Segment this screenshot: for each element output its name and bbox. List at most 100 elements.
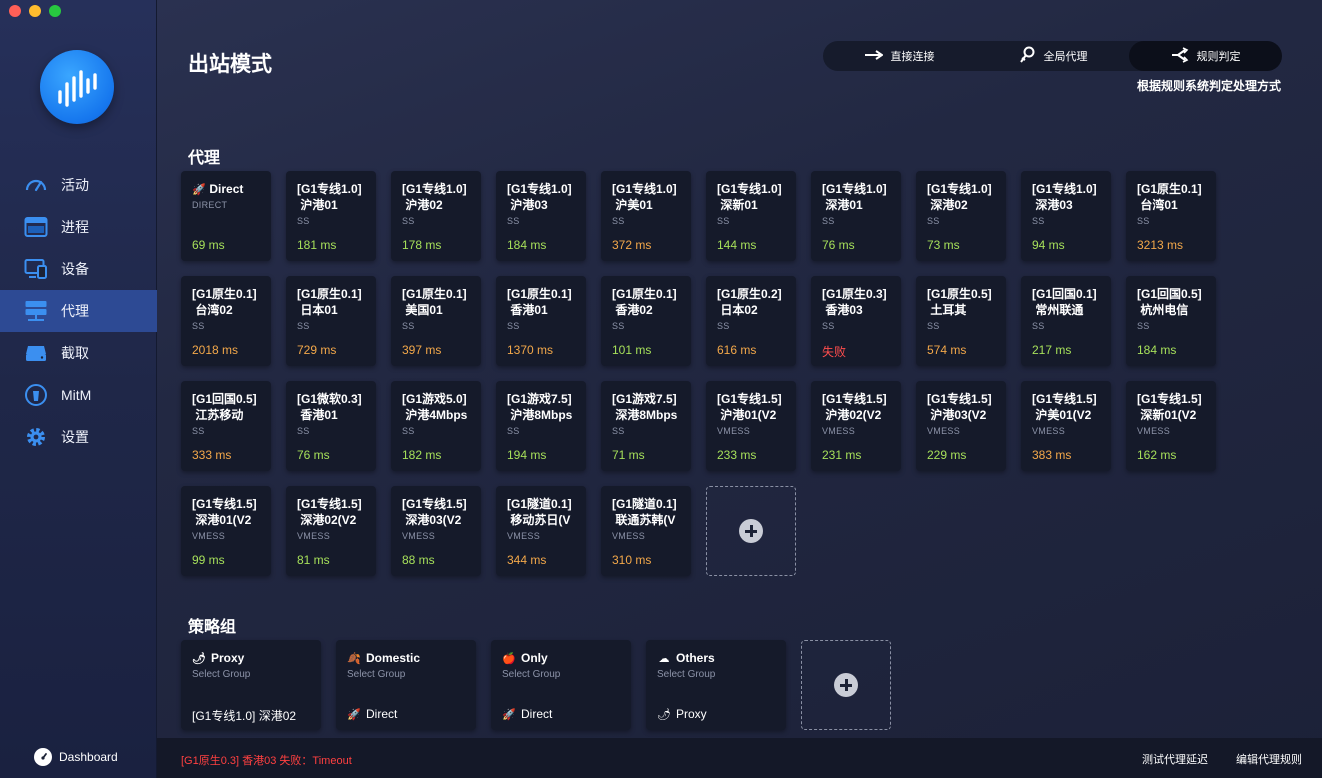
policy-group-card[interactable]: 🌶 Proxy Select Group [G1专线1.0] 深港02 xyxy=(181,640,321,730)
proxy-card[interactable]: [G1游戏7.5] 深港8Mbps SS 71 ms xyxy=(601,381,691,471)
proxy-card[interactable]: 🚀 Direct DIRECT 69 ms xyxy=(181,171,271,261)
proxy-card[interactable]: [G1回国0.5] 杭州电信 SS 184 ms xyxy=(1126,276,1216,366)
proxy-card[interactable]: [G1原生0.5] 土耳其 SS 574 ms xyxy=(916,276,1006,366)
proxy-card[interactable]: [G1原生0.2] 日本02 SS 616 ms xyxy=(706,276,796,366)
proxy-type: SS xyxy=(402,426,415,436)
minimize-window-button[interactable] xyxy=(29,5,41,17)
proxy-latency: 99 ms xyxy=(192,553,225,567)
proxy-card[interactable]: [G1专线1.5] 沪美01(V2 VMESS 383 ms xyxy=(1021,381,1111,471)
proxy-card[interactable]: [G1游戏5.0] 沪港4Mbps SS 182 ms xyxy=(391,381,481,471)
proxy-card[interactable]: [G1隧道0.1] 联通苏韩(V VMESS 310 ms xyxy=(601,486,691,576)
sidebar-item-process[interactable]: 进程 xyxy=(0,206,157,248)
proxy-type: VMESS xyxy=(822,426,856,436)
proxy-card[interactable]: [G1原生0.3] 香港03 SS 失败 xyxy=(811,276,901,366)
proxy-name-line2: 江苏移动 xyxy=(192,408,244,422)
proxy-card[interactable]: [G1专线1.0] 深新01 SS 144 ms xyxy=(706,171,796,261)
proxy-type: SS xyxy=(192,426,205,436)
proxy-card[interactable]: [G1原生0.1] 香港02 SS 101 ms xyxy=(601,276,691,366)
group-emoji-icon: 🍎 xyxy=(502,652,516,665)
dashboard-button[interactable]: Dashboard xyxy=(34,748,118,766)
proxy-card[interactable]: [G1专线1.0] 深港03 SS 94 ms xyxy=(1021,171,1111,261)
add-policy-group-button[interactable] xyxy=(801,640,891,730)
proxy-card[interactable]: [G1专线1.5] 沪港02(V2 VMESS 231 ms xyxy=(811,381,901,471)
proxy-name-line2: 移动苏日(V xyxy=(507,513,571,527)
proxy-name-line1: [G1游戏7.5] xyxy=(507,392,572,406)
proxy-name: [G1原生0.1] 日本01 xyxy=(297,286,372,318)
proxy-card[interactable]: [G1专线1.0] 沪港02 SS 178 ms xyxy=(391,171,481,261)
proxy-latency: 88 ms xyxy=(402,553,435,567)
proxy-card[interactable]: [G1专线1.0] 沪港03 SS 184 ms xyxy=(496,171,586,261)
sidebar-item-label: 代理 xyxy=(61,303,89,319)
group-type: Select Group xyxy=(502,669,561,680)
zoom-window-button[interactable] xyxy=(49,5,61,17)
proxy-card[interactable]: [G1回国0.1] 常州联通 SS 217 ms xyxy=(1021,276,1111,366)
proxy-latency: 失败 xyxy=(822,345,847,359)
proxy-card[interactable]: [G1游戏7.5] 沪港8Mbps SS 194 ms xyxy=(496,381,586,471)
proxy-latency: 397 ms xyxy=(402,343,442,357)
mode-rule[interactable]: 规则判定 xyxy=(1129,41,1282,71)
proxy-card[interactable]: [G1专线1.5] 深港03(V2 VMESS 88 ms xyxy=(391,486,481,576)
sidebar-nav: 活动 进程 设备 代理 截取 MitM 设置 xyxy=(0,164,157,458)
proxy-type: VMESS xyxy=(192,531,226,541)
proxy-name-line2: 日本02 xyxy=(717,303,758,317)
sidebar-item-settings[interactable]: 设置 xyxy=(0,416,157,458)
proxy-card[interactable]: [G1专线1.5] 沪港03(V2 VMESS 229 ms xyxy=(916,381,1006,471)
proxy-name: 🚀 Direct xyxy=(192,181,267,198)
proxy-name-line1: [G1专线1.0] xyxy=(822,182,887,196)
proxy-type: SS xyxy=(612,216,625,226)
proxy-card[interactable]: [G1微软0.3] 香港01 SS 76 ms xyxy=(286,381,376,471)
dashboard-label: Dashboard xyxy=(59,750,118,764)
proxy-card[interactable]: [G1原生0.1] 日本01 SS 729 ms xyxy=(286,276,376,366)
mode-global[interactable]: 全局代理 xyxy=(976,41,1129,71)
proxy-card[interactable]: [G1专线1.0] 深港02 SS 73 ms xyxy=(916,171,1006,261)
proxy-card[interactable]: [G1专线1.0] 沪美01 SS 372 ms xyxy=(601,171,691,261)
proxy-latency: 231 ms xyxy=(822,448,862,462)
edit-rules-button[interactable]: 编辑代理规则 xyxy=(1229,748,1309,770)
group-name-label: Only xyxy=(521,651,548,665)
proxy-name-line2: 日本01 xyxy=(297,303,338,317)
proxy-latency: 1370 ms xyxy=(507,343,554,357)
proxy-latency: 101 ms xyxy=(612,343,652,357)
selected-policy-label: Direct xyxy=(521,707,553,721)
sidebar-item-proxy[interactable]: 代理 xyxy=(0,290,157,332)
policy-group-card[interactable]: 🍎 Only Select Group 🚀 Direct xyxy=(491,640,631,730)
proxy-name-line1: [G1游戏5.0] xyxy=(402,392,467,406)
proxy-type: VMESS xyxy=(507,531,541,541)
proxy-name-line1: [G1回国0.1] xyxy=(1032,287,1097,301)
proxy-card[interactable]: [G1专线1.5] 深港02(V2 VMESS 81 ms xyxy=(286,486,376,576)
close-window-button[interactable] xyxy=(9,5,21,17)
policy-group-card[interactable]: ☁ Others Select Group 🌶 Proxy xyxy=(646,640,786,730)
speedometer-icon xyxy=(23,172,49,198)
proxy-name-line1: [G1原生0.1] xyxy=(402,287,467,301)
proxy-type: DIRECT xyxy=(192,200,228,210)
proxy-card[interactable]: [G1专线1.5] 深新01(V2 VMESS 162 ms xyxy=(1126,381,1216,471)
proxy-name: [G1回国0.1] 常州联通 xyxy=(1032,286,1107,318)
gear-icon xyxy=(23,424,49,450)
proxy-card[interactable]: [G1原生0.1] 台湾01 SS 3213 ms xyxy=(1126,171,1216,261)
add-proxy-button[interactable] xyxy=(706,486,796,576)
plus-icon xyxy=(834,673,858,697)
sidebar-item-devices[interactable]: 设备 xyxy=(0,248,157,290)
group-emoji-icon: 🍂 xyxy=(347,652,361,665)
proxy-card[interactable]: [G1专线1.0] 沪港01 SS 181 ms xyxy=(286,171,376,261)
proxy-card[interactable]: [G1回国0.5] 江苏移动 SS 333 ms xyxy=(181,381,271,471)
mode-direct[interactable]: 直接连接 xyxy=(823,41,976,71)
proxy-name-line1: [G1专线1.0] xyxy=(1032,182,1097,196)
sidebar-item-activity[interactable]: 活动 xyxy=(0,164,157,206)
proxy-latency: 217 ms xyxy=(1032,343,1072,357)
sidebar-item-capture[interactable]: 截取 xyxy=(0,332,157,374)
sidebar-item-mitm[interactable]: MitM xyxy=(0,374,157,416)
proxy-card[interactable]: [G1原生0.1] 香港01 SS 1370 ms xyxy=(496,276,586,366)
proxy-name: [G1专线1.5] 深港02(V2 xyxy=(297,496,372,528)
proxy-card[interactable]: [G1专线1.0] 深港01 SS 76 ms xyxy=(811,171,901,261)
proxy-card[interactable]: [G1专线1.5] 深港01(V2 VMESS 99 ms xyxy=(181,486,271,576)
proxy-name: [G1专线1.0] 深港02 xyxy=(927,181,1002,213)
proxy-card[interactable]: [G1专线1.5] 沪港01(V2 VMESS 233 ms xyxy=(706,381,796,471)
proxy-card[interactable]: [G1原生0.1] 美国01 SS 397 ms xyxy=(391,276,481,366)
proxy-name-line2: 深新01 xyxy=(717,198,758,212)
policy-group-card[interactable]: 🍂 Domestic Select Group 🚀 Direct xyxy=(336,640,476,730)
test-latency-button[interactable]: 测试代理延迟 xyxy=(1135,748,1215,770)
proxy-card[interactable]: [G1隧道0.1] 移动苏日(V VMESS 344 ms xyxy=(496,486,586,576)
page-title: 出站模式 xyxy=(188,53,272,76)
proxy-card[interactable]: [G1原生0.1] 台湾02 SS 2018 ms xyxy=(181,276,271,366)
